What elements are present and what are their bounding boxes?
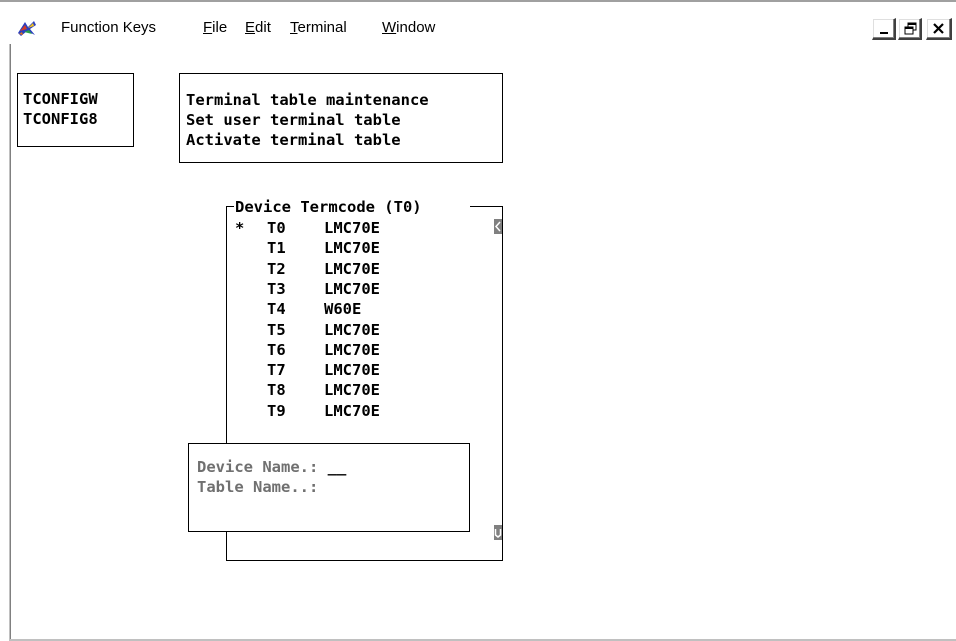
command-tconfig8[interactable]: TCONFIG8 bbox=[23, 109, 98, 130]
menu-terminal-label: erminal bbox=[297, 19, 347, 36]
menu-bar: Function Keys File Edit Terminal Window bbox=[0, 2, 956, 44]
device-row-termcode: LMC70E bbox=[324, 239, 380, 258]
description-line-3: Activate terminal table bbox=[186, 131, 401, 149]
device-row[interactable]: T8 LMC70E bbox=[235, 380, 380, 401]
description-line-1: Terminal table maintenance bbox=[186, 91, 429, 109]
table-name-label: Table Name..: bbox=[197, 478, 319, 496]
device-list-title: Device Termcode (T0) bbox=[235, 198, 422, 216]
device-row[interactable]: T3 LMC70E bbox=[235, 279, 380, 300]
menu-edit-label: dit bbox=[255, 19, 271, 36]
device-row-device: T7 bbox=[267, 361, 286, 380]
menu-edit-accel: E bbox=[245, 19, 256, 36]
device-row-device: T3 bbox=[267, 279, 286, 298]
device-name-input[interactable]: __ bbox=[328, 458, 347, 476]
menu-file-label: ile bbox=[212, 19, 228, 36]
device-row[interactable]: * T0 LMC70E bbox=[235, 218, 380, 239]
menu-edit[interactable]: Edit bbox=[245, 19, 271, 37]
device-row-termcode: LMC70E bbox=[324, 381, 380, 400]
device-list-frame-top-right bbox=[470, 206, 503, 207]
menu-window-accel: W bbox=[382, 19, 397, 36]
device-row-device: T6 bbox=[267, 340, 286, 359]
device-row-termcode: LMC70E bbox=[324, 259, 380, 278]
minimize-button[interactable] bbox=[872, 18, 896, 40]
device-row[interactable]: T2 LMC70E bbox=[235, 259, 380, 280]
menu-window[interactable]: Window bbox=[382, 19, 435, 37]
close-icon bbox=[933, 23, 944, 34]
device-row-termcode: LMC70E bbox=[324, 361, 380, 380]
device-row-termcode: LMC70E bbox=[324, 320, 380, 339]
device-name-row: Device Name.: __ bbox=[197, 457, 346, 478]
chevron-down-icon bbox=[494, 529, 502, 538]
table-name-row: Table Name..: bbox=[197, 477, 328, 498]
menu-function-keys[interactable]: Function Keys bbox=[61, 19, 156, 37]
chevron-left-icon bbox=[494, 221, 501, 232]
device-name-label: Device Name.: bbox=[197, 458, 319, 476]
scroll-down-indicator[interactable] bbox=[494, 525, 502, 540]
device-row[interactable]: T9 LMC70E bbox=[235, 401, 380, 422]
description-line-2: Set user terminal table bbox=[186, 111, 401, 129]
device-row-termcode: LMC70E bbox=[324, 340, 380, 359]
device-row-device: T9 bbox=[267, 401, 286, 420]
minimize-icon bbox=[880, 32, 888, 34]
device-list-frame-right bbox=[502, 206, 503, 561]
menu-file-accel: F bbox=[203, 19, 213, 36]
device-row-device: T1 bbox=[267, 239, 286, 258]
description-box: Terminal table maintenance Set user term… bbox=[179, 73, 503, 163]
device-row-device: T0 bbox=[267, 219, 286, 237]
device-row[interactable]: T1 LMC70E bbox=[235, 238, 380, 259]
restore-icon bbox=[904, 22, 917, 35]
close-button[interactable] bbox=[926, 18, 952, 40]
restore-button[interactable] bbox=[898, 18, 922, 40]
device-row[interactable]: T4 W60E bbox=[235, 299, 361, 320]
device-list-frame-bottom bbox=[226, 560, 503, 561]
scroll-up-indicator[interactable] bbox=[494, 219, 502, 234]
device-row-marker: * bbox=[235, 219, 245, 237]
device-row-device: T4 bbox=[267, 300, 286, 319]
device-row[interactable]: T6 LMC70E bbox=[235, 340, 380, 361]
device-list-frame-top-left bbox=[226, 206, 234, 207]
device-row[interactable]: T5 LMC70E bbox=[235, 320, 380, 341]
device-row-termcode: LMC70E bbox=[324, 279, 380, 298]
application-icon[interactable] bbox=[16, 19, 38, 37]
device-row-termcode: W60E bbox=[324, 300, 362, 319]
device-row-device: T8 bbox=[267, 381, 286, 400]
device-row-termcode: LMC70E bbox=[324, 219, 380, 237]
menu-window-label: indow bbox=[396, 19, 436, 36]
device-entry-popup: Device Name.: __ Table Name..: bbox=[188, 443, 470, 532]
menu-terminal[interactable]: Terminal bbox=[290, 19, 347, 37]
command-tconfigw[interactable]: TCONFIGW bbox=[23, 89, 98, 110]
device-row[interactable]: T7 LMC70E bbox=[235, 360, 380, 381]
menu-terminal-accel: T bbox=[290, 19, 298, 36]
device-row-device: T5 bbox=[267, 320, 286, 339]
client-left-shadow bbox=[10, 44, 11, 641]
device-row-device: T2 bbox=[267, 259, 286, 278]
menu-file[interactable]: File bbox=[203, 19, 227, 37]
command-list-box: TCONFIGW TCONFIG8 bbox=[17, 73, 134, 147]
device-row-termcode: LMC70E bbox=[324, 401, 380, 420]
